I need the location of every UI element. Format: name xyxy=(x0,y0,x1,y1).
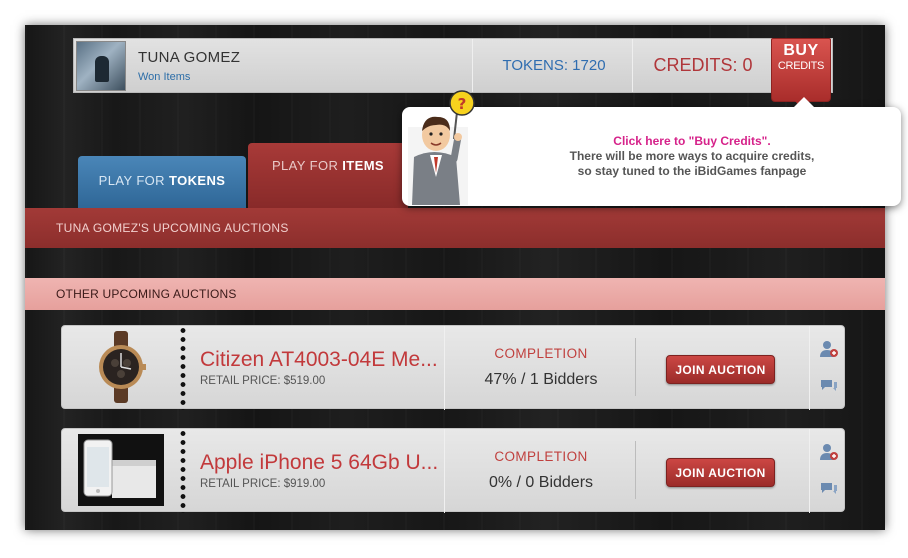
retail-price: RETAIL PRICE: $919.00 xyxy=(200,478,326,490)
chat-icon[interactable] xyxy=(818,481,840,503)
watch-image[interactable] xyxy=(78,331,164,403)
auction-title[interactable]: Citizen AT4003-04E Me... xyxy=(200,348,438,372)
tab-tokens-bold: TOKENS xyxy=(168,173,226,188)
join-auction-button[interactable]: JOIN AUCTION xyxy=(666,458,775,487)
tab-items-prefix: PLAY FOR xyxy=(271,158,343,173)
buy-credits-button[interactable]: BUY CREDITS xyxy=(771,38,831,109)
chat-icon[interactable] xyxy=(818,378,840,400)
svg-text:?: ? xyxy=(458,95,467,113)
completion-value: 0% / 0 Bidders xyxy=(488,474,594,491)
tooltip-line-1: Click here to "Buy Credits". xyxy=(613,134,771,148)
tab-tokens-prefix: PLAY FOR xyxy=(98,173,169,188)
avatar[interactable] xyxy=(76,41,126,91)
completion-label: COMPLETION xyxy=(494,346,588,361)
tooltip-line-2: There will be more ways to acquire credi… xyxy=(569,149,815,163)
add-user-icon[interactable] xyxy=(818,340,840,362)
retail-price: RETAIL PRICE: $519.00 xyxy=(200,375,326,387)
tab-items-bold: ITEMS xyxy=(342,158,385,173)
tab-play-for-tokens[interactable]: PLAY FOR TOKENS xyxy=(78,156,246,208)
user-header: TUNA GOMEZ Won Items TOKENS: 1720 CREDIT… xyxy=(73,38,833,93)
credits-label: CREDITS xyxy=(777,60,825,72)
upcoming-auctions-header: TUNA GOMEZ'S UPCOMING AUCTIONS xyxy=(25,208,885,248)
tooltip-line-3: so stay tuned to the iBidGames fanpage xyxy=(577,164,807,178)
tab-play-for-items[interactable]: PLAY FOR ITEMS xyxy=(248,143,408,208)
buy-credits-tooltip[interactable]: ? Click here to "Buy Credits". There wil… xyxy=(402,90,901,206)
iphone-image[interactable] xyxy=(78,434,164,506)
join-auction-button[interactable]: JOIN AUCTION xyxy=(666,355,775,384)
mascot-icon: ? xyxy=(404,87,476,205)
completion-label: COMPLETION xyxy=(494,449,588,464)
auction-title[interactable]: Apple iPhone 5 64Gb U... xyxy=(200,451,438,475)
username: TUNA GOMEZ xyxy=(138,49,241,66)
tokens-counter: TOKENS: 1720 xyxy=(502,57,606,74)
auction-row: Apple iPhone 5 64Gb U... RETAIL PRICE: $… xyxy=(61,428,845,513)
completion-value: 47% / 1 Bidders xyxy=(484,371,598,388)
other-auctions-header: OTHER UPCOMING AUCTIONS xyxy=(25,278,885,310)
won-items-link[interactable]: Won Items xyxy=(138,71,190,83)
add-user-icon[interactable] xyxy=(818,443,840,465)
auction-row: Citizen AT4003-04E Me... RETAIL PRICE: $… xyxy=(61,325,845,410)
credits-counter: CREDITS: 0 xyxy=(653,55,753,75)
buy-label: BUY xyxy=(783,42,819,59)
